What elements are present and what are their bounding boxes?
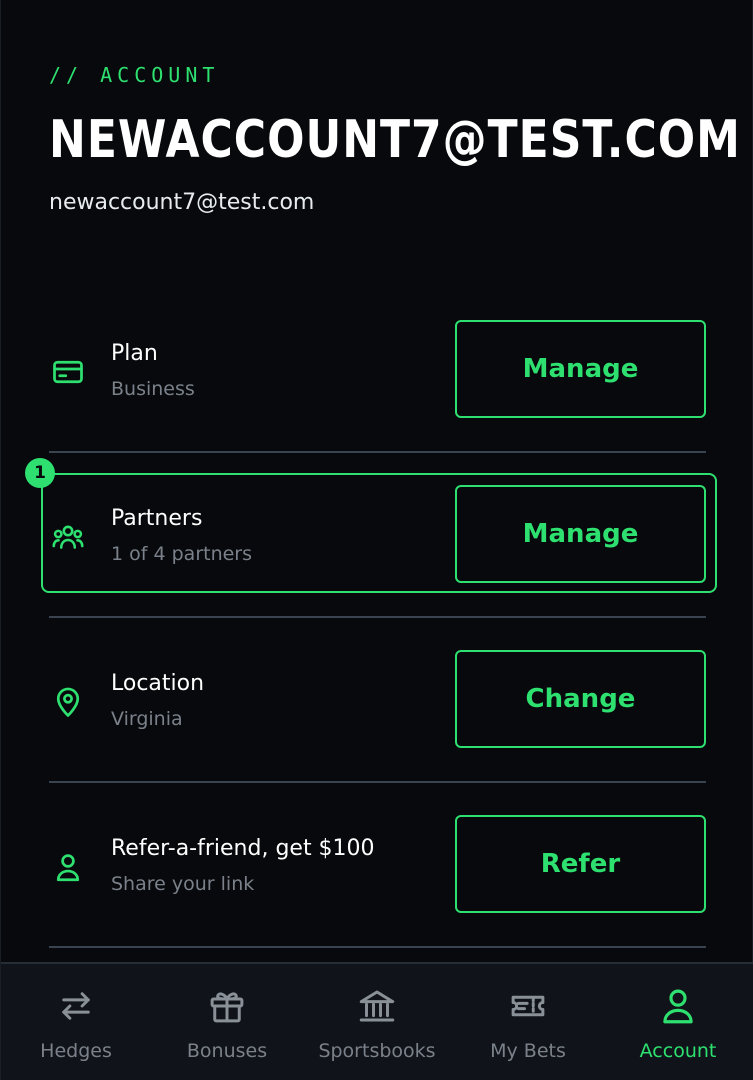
- partners-row: Partners 1 of 4 partners Manage: [49, 468, 706, 600]
- swap-arrows-icon: [54, 984, 98, 1028]
- divider: [49, 616, 706, 618]
- partners-subtitle: 1 of 4 partners: [111, 543, 253, 565]
- section-eyebrow: // ACCOUNT: [49, 63, 220, 87]
- refer-button[interactable]: Refer: [455, 815, 706, 913]
- credit-card-icon: [49, 353, 87, 391]
- nav-item-hedges[interactable]: Hedges: [1, 964, 151, 1080]
- user-icon: [656, 984, 700, 1028]
- nav-label: Account: [639, 1040, 717, 1062]
- divider: [49, 451, 706, 453]
- annotation-marker: 1: [25, 458, 55, 488]
- location-subtitle: Virginia: [111, 708, 183, 730]
- nav-label: Hedges: [40, 1040, 112, 1062]
- user-icon: [49, 848, 87, 886]
- nav-item-bonuses[interactable]: Bonuses: [152, 964, 302, 1080]
- page-title: NEWACCOUNT7@TEST.COM: [49, 110, 741, 171]
- location-title: Location: [111, 671, 205, 696]
- nav-label: Bonuses: [186, 1040, 268, 1062]
- location-row: Location Virginia Change: [49, 633, 706, 765]
- manage-partners-button[interactable]: Manage: [455, 485, 706, 583]
- nav-item-sportsbooks[interactable]: Sportsbooks: [302, 964, 452, 1080]
- refer-title: Refer-a-friend, get $100: [111, 836, 375, 861]
- nav-item-account[interactable]: Account: [603, 964, 753, 1080]
- manage-plan-button[interactable]: Manage: [455, 320, 706, 418]
- plan-subtitle: Business: [111, 378, 195, 400]
- divider: [49, 781, 706, 783]
- change-location-button[interactable]: Change: [455, 650, 706, 748]
- refer-row: Refer-a-friend, get $100 Share your link…: [49, 798, 706, 930]
- location-pin-icon: [49, 683, 87, 721]
- nav-label: Sportsbooks: [318, 1040, 436, 1062]
- bank-icon: [355, 984, 399, 1028]
- partners-title: Partners: [111, 506, 203, 531]
- account-screen: // ACCOUNT NEWACCOUNT7@TEST.COM newaccou…: [0, 0, 753, 1080]
- gift-icon: [205, 984, 249, 1028]
- divider: [49, 946, 706, 948]
- ticket-icon: [506, 984, 550, 1028]
- bottom-nav: Hedges Bonuses Sportsbooks My Bets Accou…: [1, 962, 753, 1080]
- nav-label: My Bets: [490, 1040, 566, 1062]
- plan-title: Plan: [111, 341, 158, 366]
- plan-row: Plan Business Manage: [49, 303, 706, 435]
- nav-item-my-bets[interactable]: My Bets: [453, 964, 603, 1080]
- users-icon: [49, 518, 87, 556]
- account-email: newaccount7@test.com: [49, 190, 315, 215]
- refer-subtitle: Share your link: [111, 873, 255, 895]
